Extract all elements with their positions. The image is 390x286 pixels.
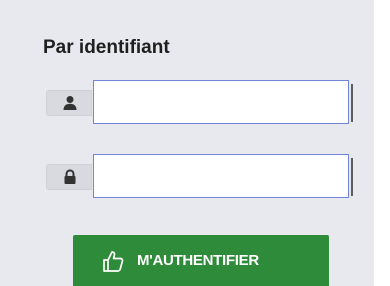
user-icon (63, 96, 77, 110)
login-title: Par identifiant (43, 37, 170, 58)
authenticate-button[interactable]: M'AUTHENTIFIER (73, 235, 329, 286)
username-row (46, 80, 358, 126)
username-input[interactable] (93, 80, 349, 124)
password-addon (46, 164, 92, 190)
username-input-edge (349, 84, 353, 122)
login-panel: Par identifiant M'AUTHENTIFIER (0, 0, 374, 286)
password-input-edge (349, 158, 353, 196)
thumbs-up-icon (103, 251, 124, 272)
password-row (46, 154, 358, 200)
lock-icon (64, 169, 76, 184)
authenticate-button-label: M'AUTHENTIFIER (137, 252, 259, 269)
password-input[interactable] (93, 154, 349, 198)
username-addon (46, 90, 92, 116)
